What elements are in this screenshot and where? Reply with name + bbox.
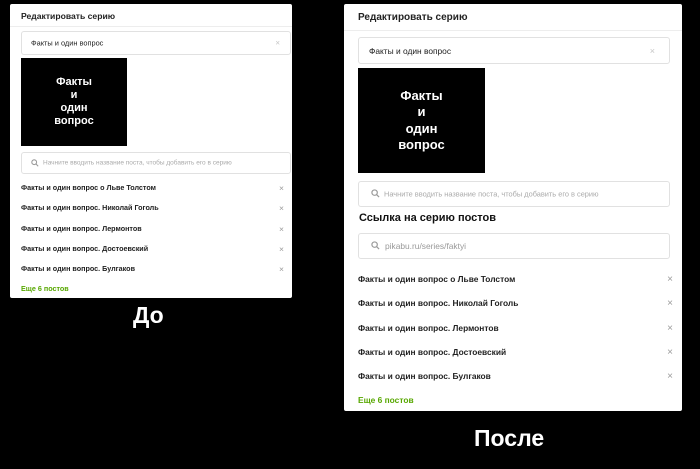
remove-post-icon[interactable]: × (279, 244, 284, 254)
edit-series-panel-before: Редактировать серию Факты и один вопрос … (10, 4, 292, 298)
more-posts-link[interactable]: Еще 6 постов (21, 284, 69, 293)
post-title[interactable]: Факты и один вопрос о Льве Толстом (358, 274, 515, 284)
remove-post-icon[interactable]: × (279, 264, 284, 274)
remove-post-icon[interactable]: × (279, 203, 284, 213)
search-icon (371, 185, 380, 203)
cover-text-line: и (417, 104, 426, 120)
post-title[interactable]: Факты и один вопрос. Булгаков (21, 264, 135, 273)
series-cover-image[interactable]: Факты и один вопрос (358, 68, 485, 173)
clear-icon[interactable]: × (275, 39, 280, 48)
search-placeholder: Начните вводить название поста, чтобы до… (384, 189, 599, 199)
series-name-input[interactable]: Факты и один вопрос × (21, 31, 291, 55)
post-title[interactable]: Факты и один вопрос. Лермонтов (358, 323, 499, 333)
cover-text-line: один (405, 120, 438, 136)
panel-title: Редактировать серию (358, 12, 468, 23)
post-title[interactable]: Факты и один вопрос о Льве Толстом (21, 183, 156, 192)
edit-series-panel-after: Редактировать серию Факты и один вопрос … (344, 4, 682, 411)
add-post-search-input[interactable]: Начните вводить название поста, чтобы до… (21, 152, 291, 174)
series-cover-image[interactable]: Факты и один вопрос (21, 58, 127, 146)
post-title[interactable]: Факты и один вопрос. Булгаков (358, 371, 491, 381)
cover-text-line: вопрос (54, 115, 94, 128)
remove-post-icon[interactable]: × (667, 323, 673, 334)
search-icon (31, 154, 39, 172)
post-title[interactable]: Факты и один вопрос. Николай Гоголь (21, 203, 159, 212)
series-link-heading: Ссылка на серию постов (359, 212, 497, 224)
add-post-search-input[interactable]: Начните вводить название поста, чтобы до… (358, 181, 670, 207)
series-link-value: pikabu.ru/series/faktyi (385, 241, 466, 251)
remove-post-icon[interactable]: × (667, 371, 673, 382)
clear-icon[interactable]: × (650, 46, 655, 56)
cover-text-line: вопрос (398, 136, 445, 152)
remove-post-icon[interactable]: × (279, 183, 284, 193)
panel-title: Редактировать серию (21, 11, 116, 21)
divider (344, 30, 682, 31)
post-title[interactable]: Факты и один вопрос. Лермонтов (21, 224, 142, 233)
search-placeholder: Начните вводить название поста, чтобы до… (43, 159, 232, 167)
series-name-input[interactable]: Факты и один вопрос × (358, 37, 670, 64)
more-posts-link[interactable]: Еще 6 постов (358, 395, 414, 405)
series-name-value: Факты и один вопрос (369, 45, 452, 56)
cover-text-line: и (70, 88, 78, 101)
remove-post-icon[interactable]: × (667, 274, 673, 285)
cover-text-line: один (60, 102, 88, 114)
post-title[interactable]: Факты и один вопрос. Николай Гоголь (358, 298, 518, 308)
caption-before: До (133, 302, 164, 328)
cover-text-line: Факты (400, 88, 443, 103)
search-icon (371, 237, 380, 255)
series-name-value: Факты и один вопрос (31, 38, 104, 48)
series-link-input[interactable]: pikabu.ru/series/faktyi (358, 233, 670, 259)
caption-after: После (474, 425, 545, 451)
divider (10, 26, 292, 27)
remove-post-icon[interactable]: × (667, 298, 673, 309)
post-title[interactable]: Факты и один вопрос. Достоевский (21, 244, 148, 253)
cover-text-line: Факты (56, 75, 92, 88)
remove-post-icon[interactable]: × (279, 224, 284, 234)
remove-post-icon[interactable]: × (667, 347, 673, 358)
post-title[interactable]: Факты и один вопрос. Достоевский (358, 347, 506, 357)
